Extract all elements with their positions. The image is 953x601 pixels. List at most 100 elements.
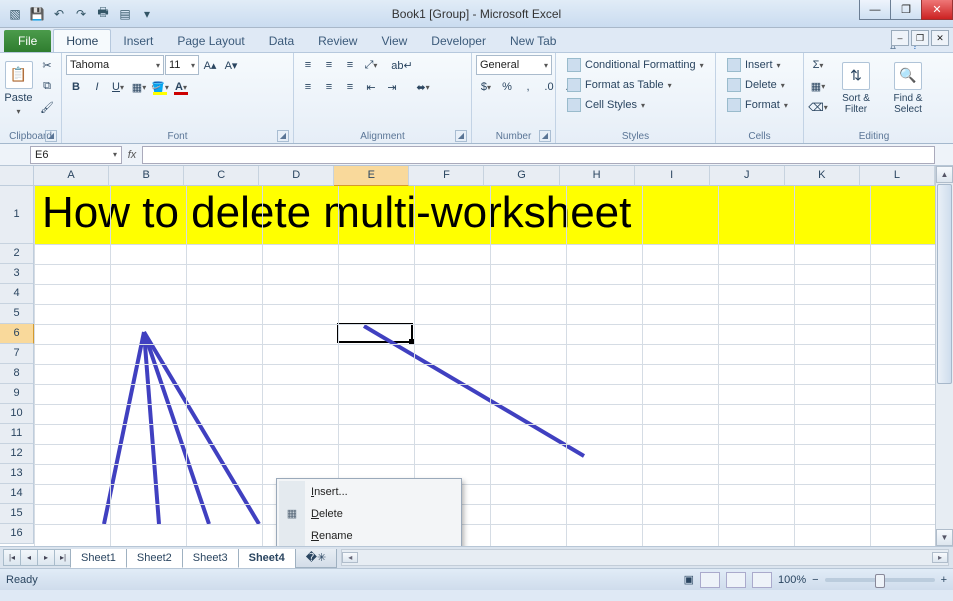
row-header-14[interactable]: 14 bbox=[0, 484, 34, 504]
delete-cells-button[interactable]: Delete▾ bbox=[720, 75, 792, 95]
qat-save-icon[interactable]: 💾 bbox=[28, 5, 46, 23]
scroll-down-icon[interactable]: ▼ bbox=[936, 529, 953, 546]
row-header-8[interactable]: 8 bbox=[0, 364, 34, 384]
minimize-button[interactable]: — bbox=[859, 0, 891, 20]
tab-nav-first-icon[interactable]: |◂ bbox=[3, 549, 21, 566]
row-header-1[interactable]: 1 bbox=[0, 186, 34, 244]
wrap-text-icon[interactable]: ab↵ bbox=[382, 55, 422, 75]
merge-center-icon[interactable]: ⬌▾ bbox=[403, 77, 443, 97]
col-header-J[interactable]: J bbox=[710, 166, 785, 186]
horizontal-scrollbar[interactable]: ◂ ▸ bbox=[341, 549, 949, 566]
mdi-minimize[interactable]: – bbox=[891, 30, 909, 46]
tab-data[interactable]: Data bbox=[257, 30, 306, 52]
ctx-delete[interactable]: ▦Delete bbox=[279, 503, 459, 525]
sheet-tab-2[interactable]: Sheet2 bbox=[126, 549, 183, 568]
font-name-combo[interactable]: Tahoma▾ bbox=[66, 55, 164, 75]
zoom-in-icon[interactable]: + bbox=[941, 574, 947, 586]
col-header-E[interactable]: E bbox=[334, 166, 409, 186]
fx-icon[interactable]: fx bbox=[122, 149, 142, 161]
format-as-table-button[interactable]: Format as Table▾ bbox=[560, 75, 679, 95]
indent-inc-icon[interactable]: ⇥ bbox=[382, 77, 402, 97]
sheet-tab-3[interactable]: Sheet3 bbox=[182, 549, 239, 568]
bold-button[interactable]: B bbox=[66, 77, 86, 97]
mdi-close[interactable]: ✕ bbox=[931, 30, 949, 46]
formula-input[interactable] bbox=[142, 146, 935, 164]
select-all-corner[interactable] bbox=[0, 166, 34, 186]
view-normal-icon[interactable] bbox=[700, 572, 720, 588]
mdi-restore[interactable]: ❐ bbox=[911, 30, 929, 46]
zoom-out-icon[interactable]: − bbox=[812, 574, 818, 586]
row-header-6[interactable]: 6 bbox=[0, 324, 34, 344]
cells-grid[interactable]: How to delete multi-worksheet bbox=[34, 186, 935, 546]
tab-page-layout[interactable]: Page Layout bbox=[165, 30, 256, 52]
qat-more-icon[interactable]: ▾ bbox=[138, 5, 156, 23]
row-header-12[interactable]: 12 bbox=[0, 444, 34, 464]
format-painter-icon[interactable]: 🖌 bbox=[37, 97, 57, 117]
dialog-launcher-icon[interactable]: ◢ bbox=[277, 130, 289, 142]
conditional-formatting-button[interactable]: Conditional Formatting▾ bbox=[560, 55, 711, 75]
fill-icon[interactable]: ▦▾ bbox=[808, 76, 828, 96]
fill-color-icon[interactable]: 🪣▾ bbox=[150, 77, 170, 97]
row-header-2[interactable]: 2 bbox=[0, 244, 34, 264]
zoom-slider[interactable] bbox=[825, 578, 935, 582]
tab-view[interactable]: View bbox=[369, 30, 419, 52]
row-header-16[interactable]: 16 bbox=[0, 524, 34, 544]
zoom-level[interactable]: 100% bbox=[778, 574, 806, 586]
paste-button[interactable]: 📋 Paste ▾ bbox=[4, 55, 33, 121]
tab-developer[interactable]: Developer bbox=[419, 30, 498, 52]
tab-nav-next-icon[interactable]: ▸ bbox=[37, 549, 55, 566]
scroll-thumb[interactable] bbox=[937, 184, 952, 384]
col-header-H[interactable]: H bbox=[560, 166, 635, 186]
tab-home[interactable]: Home bbox=[53, 29, 111, 52]
align-middle-icon[interactable]: ≡ bbox=[319, 55, 339, 75]
new-sheet-button[interactable]: �✳ bbox=[295, 549, 338, 568]
col-header-I[interactable]: I bbox=[635, 166, 710, 186]
vertical-scrollbar[interactable]: ▲ ▼ bbox=[935, 166, 953, 546]
col-header-F[interactable]: F bbox=[409, 166, 484, 186]
ctx-insert[interactable]: Insert... bbox=[279, 481, 459, 503]
row-header-5[interactable]: 5 bbox=[0, 304, 34, 324]
align-top-icon[interactable]: ≡ bbox=[298, 55, 318, 75]
align-center-icon[interactable]: ≡ bbox=[319, 77, 339, 97]
dialog-launcher-icon[interactable]: ◢ bbox=[539, 130, 551, 142]
row-header-15[interactable]: 15 bbox=[0, 504, 34, 524]
find-select-button[interactable]: 🔍Find & Select bbox=[884, 55, 932, 121]
percent-icon[interactable]: % bbox=[497, 77, 517, 97]
copy-icon[interactable]: ⧉ bbox=[37, 76, 57, 96]
qat-redo-icon[interactable]: ↷ bbox=[72, 5, 90, 23]
clear-icon[interactable]: ⌫▾ bbox=[808, 97, 828, 117]
row-header-11[interactable]: 11 bbox=[0, 424, 34, 444]
row-header-7[interactable]: 7 bbox=[0, 344, 34, 364]
cut-icon[interactable]: ✂ bbox=[37, 55, 57, 75]
sheet-tab-1[interactable]: Sheet1 bbox=[70, 549, 127, 568]
col-header-D[interactable]: D bbox=[259, 166, 334, 186]
sheet-tab-4[interactable]: Sheet4 bbox=[238, 549, 296, 568]
row-header-9[interactable]: 9 bbox=[0, 384, 34, 404]
macro-record-icon[interactable]: ▣ bbox=[684, 573, 694, 586]
col-header-G[interactable]: G bbox=[484, 166, 559, 186]
qat-new-icon[interactable]: ▤ bbox=[116, 5, 134, 23]
comma-icon[interactable]: , bbox=[518, 77, 538, 97]
col-header-B[interactable]: B bbox=[109, 166, 184, 186]
grow-font-icon[interactable]: A▴ bbox=[200, 55, 220, 75]
indent-dec-icon[interactable]: ⇤ bbox=[361, 77, 381, 97]
shrink-font-icon[interactable]: A▾ bbox=[221, 55, 241, 75]
tab-new[interactable]: New Tab bbox=[498, 30, 568, 52]
row-header-13[interactable]: 13 bbox=[0, 464, 34, 484]
name-box[interactable]: E6▾ bbox=[30, 146, 122, 164]
worksheet-area[interactable]: ABCDEFGHIJKL 12345678910111213141516 How… bbox=[0, 166, 953, 546]
row-header-10[interactable]: 10 bbox=[0, 404, 34, 424]
currency-icon[interactable]: $▾ bbox=[476, 77, 496, 97]
view-pagelayout-icon[interactable] bbox=[726, 572, 746, 588]
cell-styles-button[interactable]: Cell Styles▾ bbox=[560, 95, 652, 115]
insert-cells-button[interactable]: Insert▾ bbox=[720, 55, 788, 75]
col-header-A[interactable]: A bbox=[34, 166, 109, 186]
autosum-icon[interactable]: Σ▾ bbox=[808, 55, 828, 75]
row-header-3[interactable]: 3 bbox=[0, 264, 34, 284]
align-bottom-icon[interactable]: ≡ bbox=[340, 55, 360, 75]
border-icon[interactable]: ▦▾ bbox=[129, 77, 149, 97]
scroll-up-icon[interactable]: ▲ bbox=[936, 166, 953, 183]
format-cells-button[interactable]: Format▾ bbox=[720, 95, 795, 115]
align-right-icon[interactable]: ≡ bbox=[340, 77, 360, 97]
orientation-icon[interactable]: ⤢▾ bbox=[361, 55, 381, 75]
